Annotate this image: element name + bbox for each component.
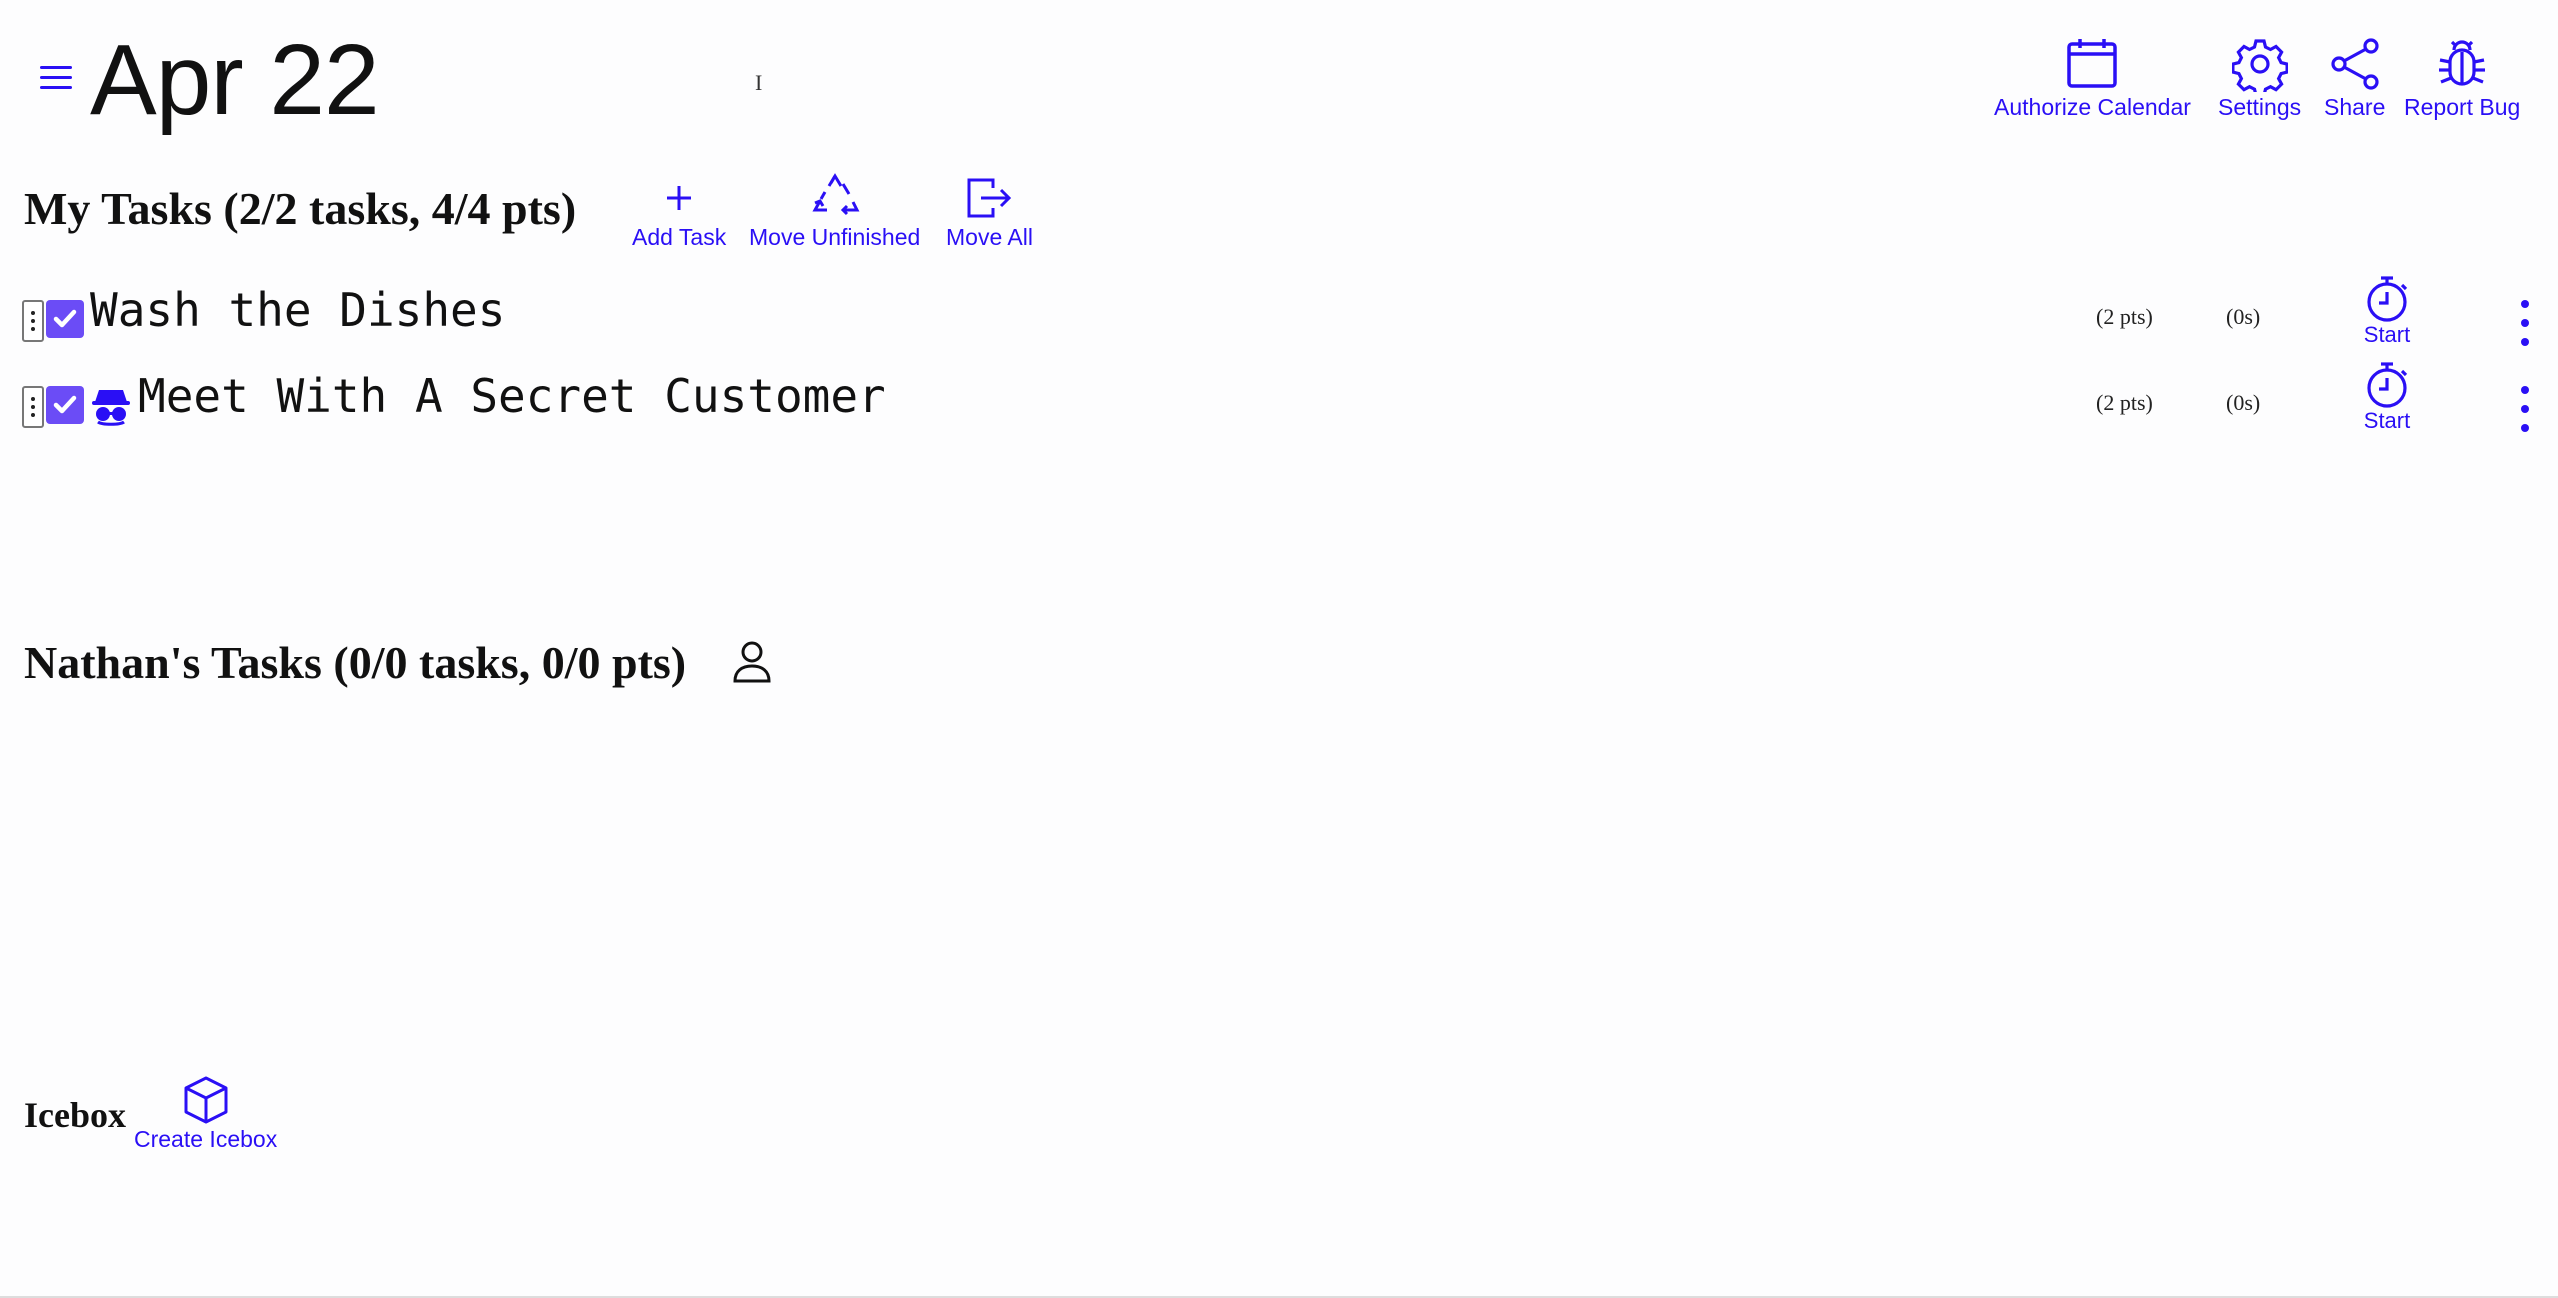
move-unfinished-button[interactable]: Move Unfinished — [749, 172, 920, 251]
share-button[interactable]: Share — [2324, 36, 2385, 121]
task-row[interactable]: Wash the Dishes (2 pts) (0s) Start — [22, 276, 2542, 360]
calendar-icon — [2067, 39, 2118, 88]
task-time: (0s) — [2226, 304, 2261, 329]
task-points: (2 pts) — [2096, 390, 2153, 415]
task-row[interactable]: Meet With A Secret Customer (2 pts) (0s)… — [22, 362, 2542, 446]
move-unfinished-label: Move Unfinished — [749, 224, 921, 250]
task-time: (0s) — [2226, 390, 2261, 415]
settings-button[interactable]: Settings — [2218, 36, 2301, 121]
bug-icon — [2439, 40, 2486, 86]
task-title[interactable]: Wash the Dishes — [90, 280, 505, 340]
drag-handle-icon[interactable] — [22, 300, 44, 342]
create-icebox-button[interactable]: Create Icebox — [134, 1074, 277, 1153]
text-cursor-icon: I — [755, 70, 763, 95]
report-bug-label: Report Bug — [2404, 94, 2521, 120]
start-label: Start — [2363, 322, 2411, 347]
task-title[interactable]: Meet With A Secret Customer — [138, 366, 886, 426]
stopwatch-icon — [2367, 276, 2408, 322]
report-bug-button[interactable]: Report Bug — [2404, 36, 2520, 121]
recycle-icon — [812, 173, 860, 216]
move-all-button[interactable]: Move All — [946, 172, 1033, 251]
start-timer-button[interactable]: Start — [2362, 274, 2412, 348]
hamburger-menu-icon[interactable] — [36, 58, 76, 98]
task-points: (2 pts) — [2096, 304, 2153, 329]
authorize-calendar-button[interactable]: Authorize Calendar — [1994, 36, 2191, 121]
box-icon — [184, 1076, 228, 1124]
checkmark-icon — [53, 309, 77, 328]
start-timer-button[interactable]: Start — [2362, 360, 2412, 434]
task-checkbox[interactable] — [46, 300, 84, 338]
stopwatch-icon — [2367, 362, 2408, 408]
more-options-icon[interactable] — [2517, 300, 2533, 346]
authorize-calendar-label: Authorize Calendar — [1994, 94, 2191, 120]
settings-label: Settings — [2218, 94, 2302, 120]
plus-icon — [667, 186, 692, 210]
more-options-icon[interactable] — [2517, 386, 2533, 432]
start-label: Start — [2363, 408, 2411, 433]
page-title: Apr 22 — [90, 24, 380, 136]
share-icon — [2331, 38, 2379, 90]
icebox-heading: Icebox — [24, 1095, 126, 1135]
add-task-label: Add Task — [632, 224, 727, 250]
add-task-button[interactable]: Add Task — [632, 172, 726, 251]
create-icebox-label: Create Icebox — [134, 1126, 278, 1152]
drag-handle-icon[interactable] — [22, 386, 44, 428]
gear-icon — [2231, 39, 2288, 92]
my-tasks-heading: My Tasks (2/2 tasks, 4/4 pts) — [24, 183, 577, 234]
move-out-icon — [967, 178, 1012, 218]
checkmark-icon — [53, 395, 77, 414]
share-label: Share — [2324, 94, 2386, 120]
task-checkbox[interactable] — [46, 386, 84, 424]
person-icon[interactable] — [732, 640, 772, 684]
spy-icon — [92, 390, 130, 426]
move-all-label: Move All — [946, 224, 1033, 250]
nathans-tasks-heading: Nathan's Tasks (0/0 tasks, 0/0 pts) — [24, 637, 687, 688]
